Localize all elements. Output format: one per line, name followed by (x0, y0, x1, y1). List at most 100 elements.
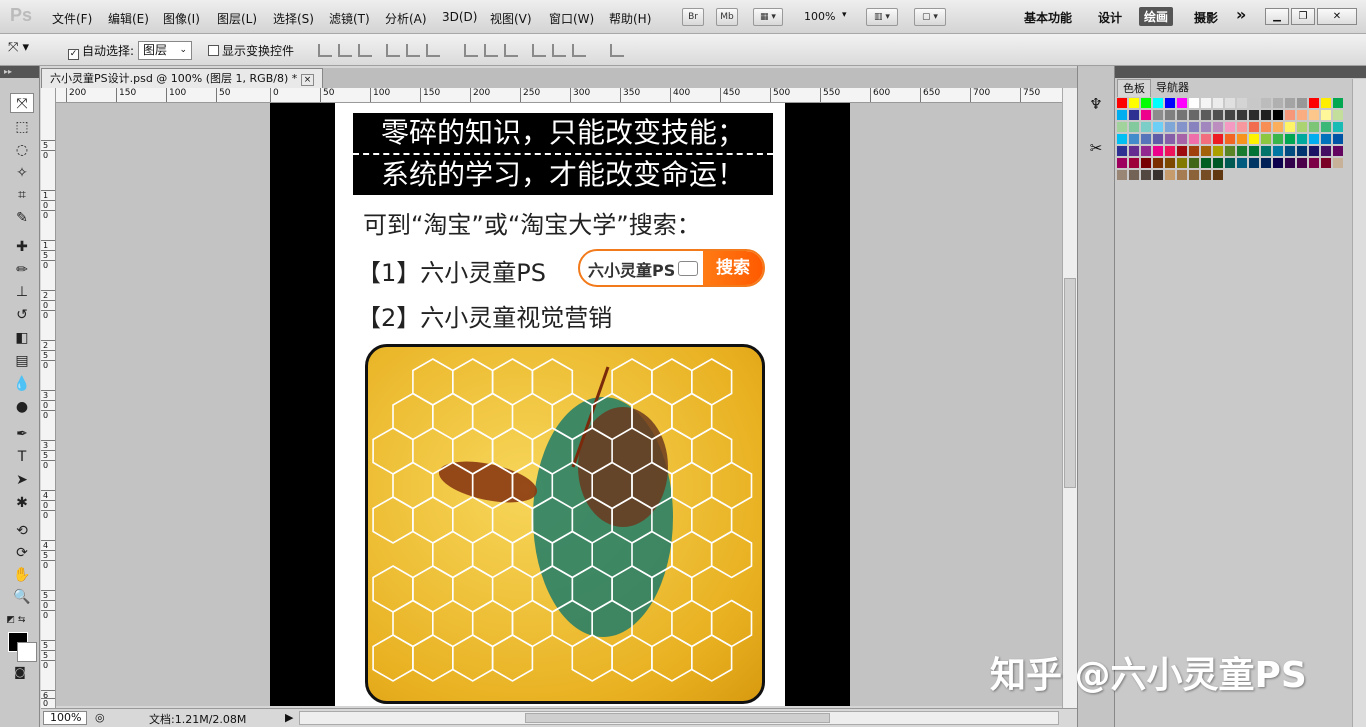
color-swatch[interactable] (1261, 158, 1271, 168)
brush-presets-icon[interactable]: ♆ (1083, 92, 1109, 116)
color-swatch[interactable] (1225, 98, 1235, 108)
menu-file[interactable]: 文件(F) (52, 10, 92, 27)
restore-button[interactable]: ❐ (1291, 8, 1315, 25)
color-swatch[interactable] (1153, 170, 1163, 180)
color-swatch[interactable] (1129, 158, 1139, 168)
color-swatch[interactable] (1285, 146, 1295, 156)
distribute-bottom-icon[interactable] (504, 44, 518, 57)
color-swatch[interactable] (1117, 134, 1127, 144)
color-swatch[interactable] (1129, 98, 1139, 108)
color-swatch[interactable] (1129, 134, 1139, 144)
color-swatch[interactable] (1165, 98, 1175, 108)
color-swatch[interactable] (1165, 110, 1175, 120)
menu-edit[interactable]: 编辑(E) (108, 10, 149, 27)
color-swatch[interactable] (1117, 98, 1127, 108)
horizontal-scroll-thumb[interactable] (525, 713, 830, 723)
marquee-tool-icon[interactable]: ⬚ (10, 117, 34, 137)
workspace-photography[interactable]: 摄影 (1194, 9, 1218, 26)
arrange-documents-dropdown[interactable]: ▥ ▾ (866, 8, 898, 26)
color-swatch[interactable] (1141, 158, 1151, 168)
color-swatch[interactable] (1273, 158, 1283, 168)
quick-mask-icon[interactable]: ◙ (8, 662, 32, 682)
align-right-icon[interactable] (426, 44, 440, 57)
color-swatch[interactable] (1321, 158, 1331, 168)
color-swatch[interactable] (1177, 134, 1187, 144)
menu-window[interactable]: 窗口(W) (549, 10, 594, 27)
color-swatch[interactable] (1201, 98, 1211, 108)
color-swatch[interactable] (1321, 122, 1331, 132)
color-swatch[interactable] (1141, 170, 1151, 180)
tools-panel-grip[interactable]: ▸▸ (0, 66, 39, 78)
pen-tool-icon[interactable]: ✒ (10, 424, 34, 444)
color-swatch[interactable] (1309, 122, 1319, 132)
color-swatch[interactable] (1249, 98, 1259, 108)
path-selection-tool-icon[interactable]: ➤ (10, 470, 34, 490)
color-swatch[interactable] (1333, 98, 1343, 108)
color-swatch[interactable] (1237, 158, 1247, 168)
color-swatch[interactable] (1165, 122, 1175, 132)
color-swatch[interactable] (1273, 134, 1283, 144)
color-swatch[interactable] (1129, 110, 1139, 120)
color-swatch[interactable] (1141, 134, 1151, 144)
lasso-tool-icon[interactable]: ◌ (10, 140, 34, 160)
color-swatch[interactable] (1333, 134, 1343, 144)
distribute-right-icon[interactable] (572, 44, 586, 57)
color-swatch[interactable] (1189, 134, 1199, 144)
color-swatch[interactable] (1309, 134, 1319, 144)
color-swatch[interactable] (1189, 122, 1199, 132)
color-swatch[interactable] (1213, 158, 1223, 168)
vertical-scroll-thumb[interactable] (1064, 278, 1076, 488)
document-canvas[interactable]: 零碎的知识，只能改变技能； 系统的学习，才能改变命运！ 可到“淘宝”或“淘宝大学… (270, 103, 850, 706)
type-tool-icon[interactable]: T (10, 447, 34, 467)
clone-stamp-tool-icon[interactable]: ⊥ (10, 282, 34, 302)
color-swatch[interactable] (1153, 110, 1163, 120)
color-swatch[interactable] (1261, 122, 1271, 132)
color-swatch[interactable] (1201, 122, 1211, 132)
horizontal-scrollbar[interactable] (299, 711, 1059, 725)
color-swatch[interactable] (1249, 158, 1259, 168)
color-swatch[interactable] (1129, 170, 1139, 180)
zoom-tool-icon[interactable]: 🔍 (10, 587, 34, 607)
color-swatch[interactable] (1321, 98, 1331, 108)
color-swatch[interactable] (1321, 146, 1331, 156)
color-swatch[interactable] (1177, 158, 1187, 168)
color-swatch[interactable] (1177, 110, 1187, 120)
menu-analysis[interactable]: 分析(A) (385, 10, 427, 27)
color-swatch[interactable] (1117, 110, 1127, 120)
eraser-tool-icon[interactable]: ◧ (10, 328, 34, 348)
color-swatch[interactable] (1297, 122, 1307, 132)
zoom-level[interactable]: 100% (804, 10, 835, 23)
distribute-top-icon[interactable] (464, 44, 478, 57)
color-swatch[interactable] (1189, 146, 1199, 156)
color-swatch[interactable] (1225, 134, 1235, 144)
color-swatch[interactable] (1333, 146, 1343, 156)
bridge-button[interactable]: Br (682, 8, 704, 26)
minimize-button[interactable]: ▁ (1265, 8, 1289, 25)
color-swatch[interactable] (1285, 110, 1295, 120)
screen-mode-dropdown[interactable]: ▢ ▾ (914, 8, 946, 26)
align-vcenter-icon[interactable] (338, 44, 352, 57)
background-color-swatch[interactable] (17, 642, 37, 662)
more-workspaces-icon[interactable]: » (1236, 5, 1246, 24)
color-swatch[interactable] (1165, 170, 1175, 180)
color-swatch[interactable] (1273, 110, 1283, 120)
color-swatch[interactable] (1261, 134, 1271, 144)
color-swatch[interactable] (1237, 122, 1247, 132)
show-transform-checkbox[interactable]: 显示变换控件 (208, 42, 294, 59)
gradient-tool-icon[interactable]: ▤ (10, 351, 34, 371)
color-swatch[interactable] (1153, 146, 1163, 156)
color-swatch[interactable] (1237, 110, 1247, 120)
color-swatch[interactable] (1201, 110, 1211, 120)
panel-scrollbar[interactable] (1352, 79, 1366, 727)
distribute-hcenter-icon[interactable] (552, 44, 566, 57)
auto-align-layers-icon[interactable] (610, 44, 624, 57)
color-swatch[interactable] (1201, 134, 1211, 144)
align-top-icon[interactable] (318, 44, 332, 57)
color-swatch[interactable] (1285, 134, 1295, 144)
color-swatch[interactable] (1189, 170, 1199, 180)
3d-orbit-tool-icon[interactable]: ⟳ (10, 543, 34, 563)
move-tool-preset-icon[interactable]: ⤧ ▾ (8, 40, 29, 55)
auto-select-target-dropdown[interactable]: 图层 ⌄ (138, 41, 192, 60)
color-swatch[interactable] (1117, 122, 1127, 132)
color-swatch[interactable] (1249, 122, 1259, 132)
